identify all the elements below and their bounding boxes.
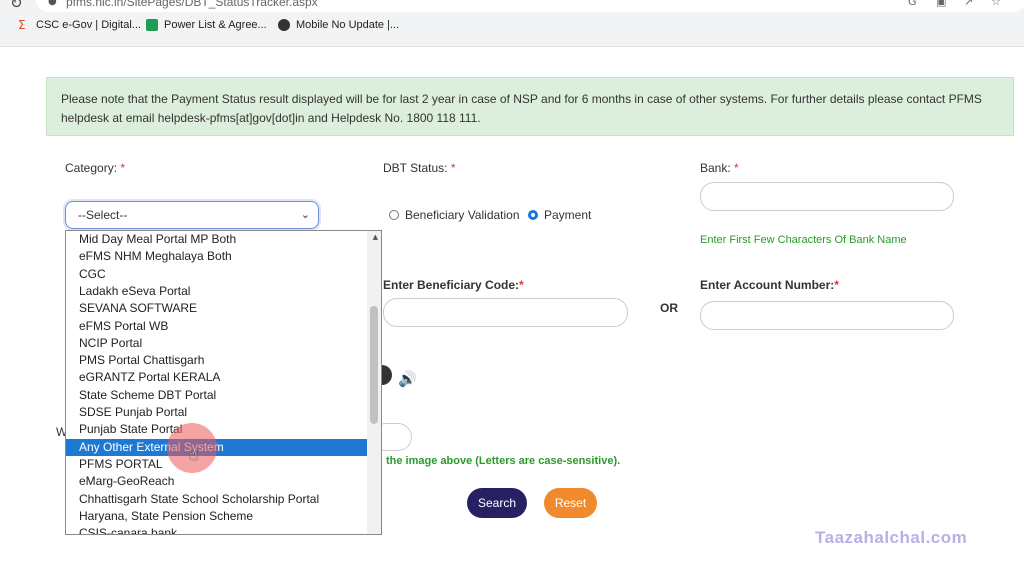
search-button[interactable]: Search	[467, 488, 527, 518]
category-select[interactable]: --Select-- ⌄	[65, 201, 319, 229]
bookmark-label: Mobile No Update |...	[296, 19, 400, 31]
dropdown-option[interactable]: Haryana, State Pension Scheme	[66, 508, 368, 525]
bank-hint: Enter First Few Characters Of Bank Name	[700, 234, 907, 246]
speaker-icon[interactable]: 🔊	[398, 370, 417, 388]
dropdown-option[interactable]: PFMS PORTAL	[66, 456, 368, 473]
dropdown-option[interactable]: NCIP Portal	[66, 335, 368, 352]
dropdown-option[interactable]: eMarg-GeoReach	[66, 473, 368, 490]
radio-payment[interactable]: Payment	[528, 208, 591, 222]
dropdown-option[interactable]: State Scheme DBT Portal	[66, 387, 368, 404]
dropdown-option[interactable]: Chhattisgarh State School Scholarship Po…	[66, 491, 368, 508]
account-number-label: Enter Account Number:*	[700, 278, 839, 292]
dropdown-option[interactable]: CSIS-canara bank	[66, 525, 368, 534]
or-separator: OR	[660, 301, 678, 315]
watermark: Taazahalchal.com	[815, 528, 968, 547]
bookmark-csc[interactable]: Σ CSC e-Gov | Digital...	[18, 19, 141, 31]
reset-button[interactable]: Reset	[544, 488, 597, 518]
beneficiary-code-input[interactable]	[383, 298, 628, 327]
bookmark-label: CSC e-Gov | Digital...	[36, 19, 141, 31]
share-icon[interactable]: ↗	[964, 0, 973, 8]
dropdown-option[interactable]: eGRANTZ Portal KERALA	[66, 369, 368, 386]
csc-icon: Σ	[18, 18, 26, 32]
apps-icon[interactable]: •	[0, 19, 1, 30]
google-icon[interactable]: G	[908, 0, 917, 8]
category-select-value: --Select--	[78, 208, 128, 222]
scroll-up-icon[interactable]: ▲	[373, 233, 378, 241]
bookmark-mobile-update[interactable]: Mobile No Update |...	[278, 19, 399, 31]
dropdown-option[interactable]: Ladakh eSeva Portal	[66, 283, 368, 300]
pointer-cursor-icon: ☝	[189, 445, 199, 464]
globe-icon	[278, 19, 290, 31]
bookmark-star-icon[interactable]: ☆	[991, 0, 1001, 8]
dropdown-scrollbar[interactable]: ▲	[367, 231, 381, 534]
dropdown-option[interactable]: PMS Portal Chattisgarh	[66, 352, 368, 369]
dropdown-option[interactable]: eFMS NHM Meghalaya Both	[66, 248, 368, 265]
url-text[interactable]: pfms.nic.in/SitePages/DBT_StatusTracker.…	[66, 0, 318, 9]
chevron-down-icon: ⌄	[300, 208, 310, 221]
beneficiary-code-label: Enter Beneficiary Code:*	[383, 278, 524, 292]
radio-unchecked-icon[interactable]	[389, 210, 399, 220]
radio-beneficiary-validation[interactable]: Beneficiary Validation	[389, 208, 520, 222]
sheet-icon	[146, 19, 158, 31]
browser-chrome: ↻ ● pfms.nic.in/SitePages/DBT_StatusTrac…	[0, 0, 1024, 47]
address-bar-row: ↻ ● pfms.nic.in/SitePages/DBT_StatusTrac…	[0, 0, 1024, 12]
dropdown-option-selected[interactable]: Any Other External System	[66, 438, 368, 456]
dropdown-option[interactable]: Punjab State Portal	[66, 421, 368, 438]
captcha-hint: the image above (Letters are case-sensit…	[386, 455, 621, 467]
bank-input[interactable]	[700, 182, 954, 211]
dbt-status-label: DBT Status: *	[383, 161, 456, 175]
bank-label: Bank: *	[700, 161, 739, 175]
radio-checked-icon[interactable]	[528, 210, 538, 220]
bookmark-power-list[interactable]: Power List & Agree...	[146, 19, 267, 31]
category-dropdown-list[interactable]: Mid Day Meal Portal MP Both eFMS NHM Meg…	[65, 230, 382, 535]
dropdown-option[interactable]: eFMS Portal WB	[66, 318, 368, 335]
category-label: Category: *	[65, 161, 126, 175]
scrollbar-thumb[interactable]	[370, 306, 378, 424]
bookmark-label: Power List & Agree...	[164, 19, 267, 31]
site-info-icon[interactable]: ●	[48, 0, 57, 7]
dropdown-option[interactable]: SEVANA SOFTWARE	[66, 300, 368, 317]
payment-status-notice: Please note that the Payment Status resu…	[46, 77, 1014, 136]
dropdown-option[interactable]: Mid Day Meal Portal MP Both	[66, 231, 368, 248]
translate-icon[interactable]: ▣	[936, 0, 946, 8]
dropdown-option[interactable]: SDSE Punjab Portal	[66, 404, 368, 421]
reload-icon[interactable]: ↻	[10, 0, 23, 12]
account-number-input[interactable]	[700, 301, 954, 330]
dropdown-option[interactable]: CGC	[66, 266, 368, 283]
